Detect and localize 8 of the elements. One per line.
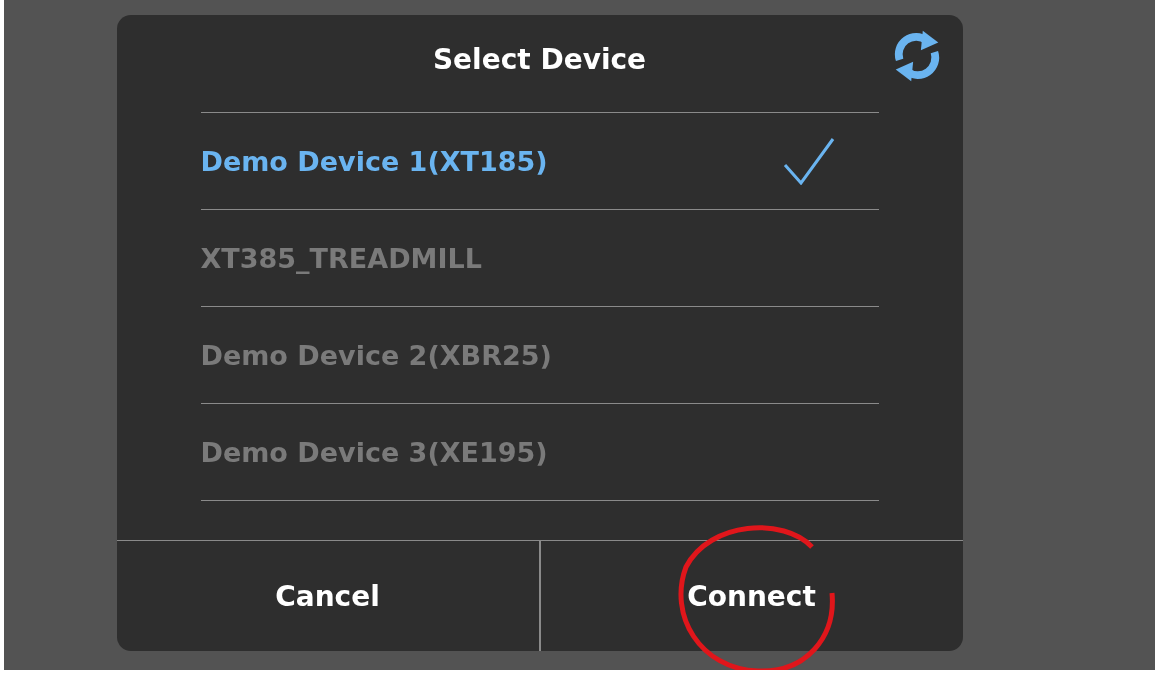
device-item[interactable]: Demo Device 3(XE195) — [200, 404, 879, 501]
dialog-title: Select Device — [432, 43, 647, 76]
device-item[interactable]: XT385_TREADMILL — [200, 210, 879, 307]
device-item[interactable]: Demo Device 2(XBR25) — [200, 307, 879, 404]
dialog-button[interactable]: Cancel — [116, 541, 539, 651]
checkmark-icon — [782, 137, 835, 185]
dialog-button[interactable]: Connect — [538, 541, 963, 651]
device-item[interactable]: Demo Device 1(XT185) — [200, 113, 879, 210]
